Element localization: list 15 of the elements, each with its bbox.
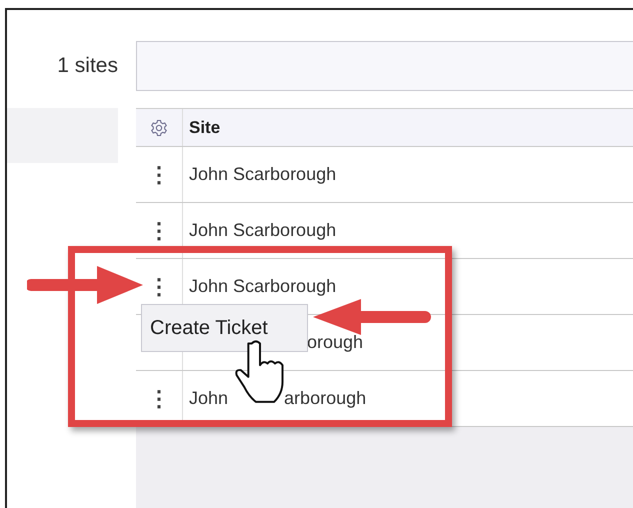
site-cell: John Scarborough xyxy=(189,220,336,241)
site-cell: orough xyxy=(307,332,364,353)
row-menu-button[interactable]: ⋮ xyxy=(148,162,170,188)
site-cell: John Scarborough xyxy=(189,276,336,297)
search-field[interactable] xyxy=(136,41,633,91)
site-cell: John Scarborough xyxy=(189,164,336,185)
create-ticket-menu-item[interactable]: Create Ticket xyxy=(141,304,308,352)
row-menu-button[interactable]: ⋮ xyxy=(148,386,170,412)
row-menu-button[interactable]: ⋮ xyxy=(148,218,170,244)
site-cell: arborough xyxy=(284,388,366,409)
site-cell: John xyxy=(189,388,228,409)
site-count: 1 sites xyxy=(56,54,118,78)
row-menu-button[interactable]: ⋮ xyxy=(148,274,170,300)
hand-cursor-icon xyxy=(235,338,285,404)
settings-icon[interactable] xyxy=(150,118,168,136)
